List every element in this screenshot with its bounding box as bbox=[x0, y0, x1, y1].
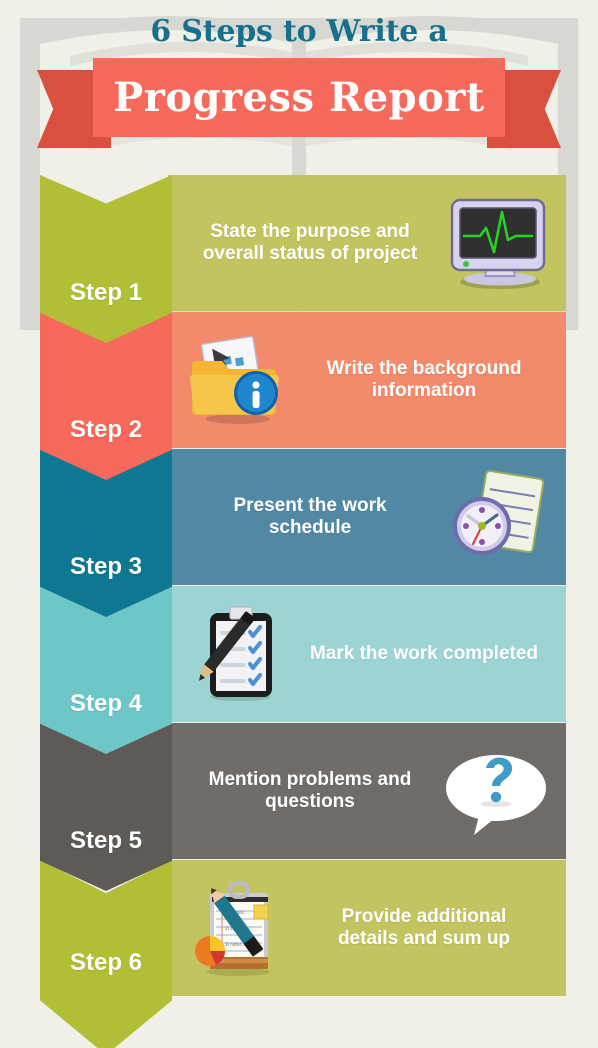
step-2-bar-content: Write the background information bbox=[168, 312, 566, 448]
step-6-label: Step 6 bbox=[69, 949, 143, 976]
svg-text:3) notes…: 3) notes… bbox=[225, 942, 245, 947]
clock-note-icon bbox=[442, 468, 552, 566]
step-3-description: Present the work schedule bbox=[233, 494, 387, 538]
steps-list: State the purpose and overall status of … bbox=[0, 0, 598, 1048]
clipboard-check-pencil-icon bbox=[182, 605, 292, 703]
step-5-description: Mention problems and questions bbox=[208, 768, 412, 812]
step-2-bar: Write the background information bbox=[168, 312, 566, 448]
step-1-bar: State the purpose and overall status of … bbox=[168, 175, 566, 311]
infographic-canvas: 6 Steps to Write a Progress Report State… bbox=[0, 0, 598, 1048]
monitor-ecg-icon bbox=[442, 194, 552, 292]
step-4-bar: Mark the work completed bbox=[168, 586, 566, 722]
step-6-description: Provide additional details and sum up bbox=[337, 905, 511, 949]
step-6-bar: 1) details… 2) summary… 3) notes… bbox=[168, 860, 566, 996]
step-5-text-wrap: Mention problems and questions bbox=[182, 769, 438, 814]
step-1-text-wrap: State the purpose and overall status of … bbox=[182, 221, 438, 266]
step-5-bar-content: Mention problems and questions bbox=[168, 723, 566, 859]
folder-info-icon bbox=[182, 331, 292, 429]
step-4-text-wrap: Mark the work completed bbox=[296, 643, 552, 665]
step-1-bar-content: State the purpose and overall status of … bbox=[168, 175, 566, 311]
step-1-description: State the purpose and overall status of … bbox=[202, 220, 418, 264]
step-3-bar-content: Present the work schedule bbox=[168, 449, 566, 585]
step-4-bar-content: Mark the work completed bbox=[168, 586, 566, 722]
step-3-bar: Present the work schedule bbox=[168, 449, 566, 585]
step-6-bar-content: 1) details… 2) summary… 3) notes… bbox=[168, 860, 566, 996]
step-3-text-wrap: Present the work schedule bbox=[182, 495, 438, 540]
step-1-chevron[interactable]: Step 1 bbox=[40, 175, 172, 343]
speech-bubble-question-icon bbox=[442, 742, 552, 840]
step-2-text-wrap: Write the background information bbox=[296, 358, 552, 403]
clipboard-notes-pencil-pie-icon: 1) details… 2) summary… 3) notes… bbox=[182, 879, 292, 977]
step-4-description: Mark the work completed bbox=[309, 642, 539, 664]
step-6-text-wrap: Provide additional details and sum up bbox=[296, 906, 552, 951]
step-5-bar: Mention problems and questions bbox=[168, 723, 566, 859]
step-2-description: Write the background information bbox=[326, 357, 522, 401]
